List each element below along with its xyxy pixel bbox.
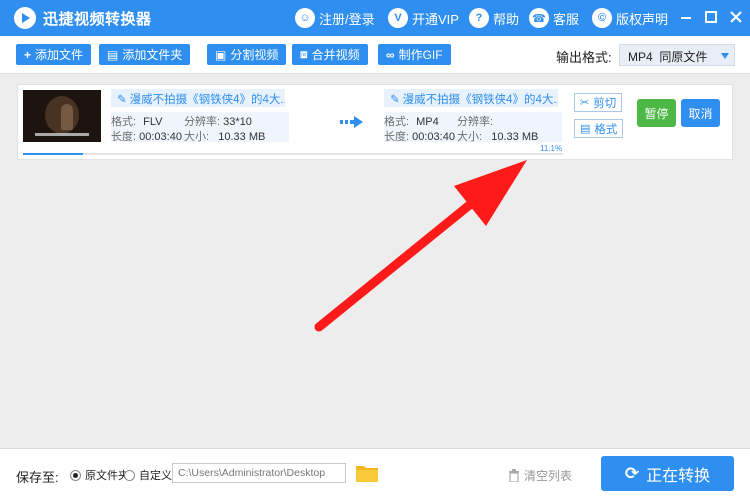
source-format: 格式: FLV xyxy=(111,116,163,128)
split-video-label: 分割视频 xyxy=(230,48,279,62)
progress-fill xyxy=(23,153,83,155)
make-gif-button[interactable]: ∞ 制作GIF xyxy=(378,44,451,65)
target-file-name[interactable]: ✎ 漫威不拍摄《钢铁侠4》的4大... xyxy=(384,89,558,107)
cut-label: 剪切 xyxy=(593,97,617,110)
copyright-label: 版权声明 xyxy=(616,11,669,27)
target-duration: 长度: 00:03:40 xyxy=(384,131,455,143)
headset-icon: ☎ xyxy=(529,8,549,28)
output-format-select[interactable]: MP4 同原文件 xyxy=(619,44,735,66)
link-icon: ∞ xyxy=(386,47,395,62)
help-link[interactable]: ? 帮助 xyxy=(469,7,519,29)
progress-percent: 11.1% xyxy=(540,144,563,153)
login-register-link[interactable]: ☺ 注册/登录 xyxy=(295,7,375,29)
radio-checked-icon xyxy=(70,469,81,481)
split-video-button[interactable]: ▣ 分割视频 xyxy=(207,44,287,65)
minimize-icon[interactable] xyxy=(678,9,694,25)
add-file-button[interactable]: + 添加文件 xyxy=(16,44,92,65)
add-folder-label: 添加文件夹 xyxy=(122,48,183,62)
radio-original-folder[interactable]: 原文件夹 xyxy=(70,467,129,483)
source-file-name-text: 漫威不拍摄《钢铁侠4》的4大... xyxy=(129,94,285,106)
target-format: 格式: MP4 xyxy=(384,116,439,128)
cancel-button[interactable]: 取消 xyxy=(681,99,720,127)
help-label: 帮助 xyxy=(493,11,520,27)
scissors-icon: ✂ xyxy=(580,97,590,109)
source-duration: 长度: 00:03:40 xyxy=(111,131,182,143)
make-gif-label: 制作GIF xyxy=(398,48,443,62)
open-vip-label: 开通VIP xyxy=(412,11,459,27)
login-register-label: 注册/登录 xyxy=(319,11,375,27)
bottom-bar: 保存至: 原文件夹 自定义 C:\Users\Administrator\Des… xyxy=(0,448,750,499)
app-title: 迅捷视频转换器 xyxy=(43,11,152,28)
open-vip-link[interactable]: V 开通VIP xyxy=(388,7,459,29)
save-to-label: 保存至: xyxy=(16,470,59,485)
trash-icon xyxy=(509,469,519,482)
add-file-label: 添加文件 xyxy=(35,48,84,62)
clear-list-button[interactable]: 清空列表 xyxy=(508,467,572,484)
convert-label: 正在转换 xyxy=(646,467,711,485)
save-path-input[interactable]: C:\Users\Administrator\Desktop xyxy=(172,463,346,483)
folder-plus-icon: ▤ xyxy=(107,47,119,62)
merge-icon: ⧈ xyxy=(300,47,308,61)
progress-bar xyxy=(23,153,563,155)
clear-list-label: 清空列表 xyxy=(524,469,573,483)
maximize-icon[interactable] xyxy=(703,9,719,25)
task-item: ✎ 漫威不拍摄《钢铁侠4》的4大... 格式: FLV 分辨率: 33*10 长度… xyxy=(17,84,733,160)
radio-original-label: 原文件夹 xyxy=(85,470,129,482)
pause-button[interactable]: 暂停 xyxy=(637,99,676,127)
edit-icon: ✎ xyxy=(390,94,400,106)
target-size: 大小: 10.33 MB xyxy=(457,131,539,143)
chevron-down-icon xyxy=(721,53,729,59)
customer-service-link[interactable]: ☎ 客服 xyxy=(529,7,579,29)
radio-custom-folder[interactable]: 自定义 xyxy=(124,467,172,483)
toolbar: + 添加文件 ▤ 添加文件夹 ▣ 分割视频 ⧈ 合并视频 ∞ 制作GIF 输出格… xyxy=(0,36,750,74)
source-size: 大小: 10.33 MB xyxy=(184,131,266,143)
plus-icon: + xyxy=(24,47,32,62)
user-icon: ☺ xyxy=(295,8,315,28)
format-icon: ▤ xyxy=(580,123,591,135)
help-icon: ? xyxy=(469,8,489,28)
source-resolution: 分辨率: 33*10 xyxy=(184,116,252,128)
crop-icon: ▣ xyxy=(215,47,227,62)
video-thumbnail xyxy=(23,90,101,142)
output-format-label: 输出格式: xyxy=(556,50,612,65)
merge-video-button[interactable]: ⧈ 合并视频 xyxy=(292,44,368,65)
customer-service-label: 客服 xyxy=(553,11,580,27)
format-button[interactable]: ▤ 格式 xyxy=(574,119,624,138)
source-file-name[interactable]: ✎ 漫威不拍摄《钢铁侠4》的4大... xyxy=(111,89,285,107)
format-label: 格式 xyxy=(594,123,618,136)
target-file-name-text: 漫威不拍摄《钢铁侠4》的4大... xyxy=(402,94,558,106)
merge-video-label: 合并视频 xyxy=(311,48,360,62)
output-format-value: MP4 同原文件 xyxy=(628,50,708,64)
convert-button[interactable]: ⟳ 正在转换 xyxy=(601,456,734,491)
add-folder-button[interactable]: ▤ 添加文件夹 xyxy=(99,44,191,65)
folder-icon[interactable] xyxy=(355,463,379,483)
target-resolution: 分辨率: xyxy=(457,116,494,128)
edit-icon: ✎ xyxy=(117,94,127,106)
radio-custom-label: 自定义 xyxy=(139,470,172,482)
refresh-icon: ⟳ xyxy=(624,463,640,483)
radio-unchecked-icon xyxy=(124,469,135,481)
copyright-icon: © xyxy=(592,8,612,28)
vip-icon: V xyxy=(388,8,408,28)
app-logo-icon xyxy=(14,7,36,29)
copyright-link[interactable]: © 版权声明 xyxy=(592,7,668,29)
close-icon[interactable] xyxy=(728,9,744,25)
convert-direction-icon xyxy=(340,116,363,128)
red-annotation-arrow xyxy=(314,160,527,332)
cut-button[interactable]: ✂ 剪切 xyxy=(574,93,623,112)
title-bar: 迅捷视频转换器 ☺ 注册/登录 V 开通VIP ? 帮助 ☎ 客服 © 版权声明 xyxy=(0,0,750,36)
